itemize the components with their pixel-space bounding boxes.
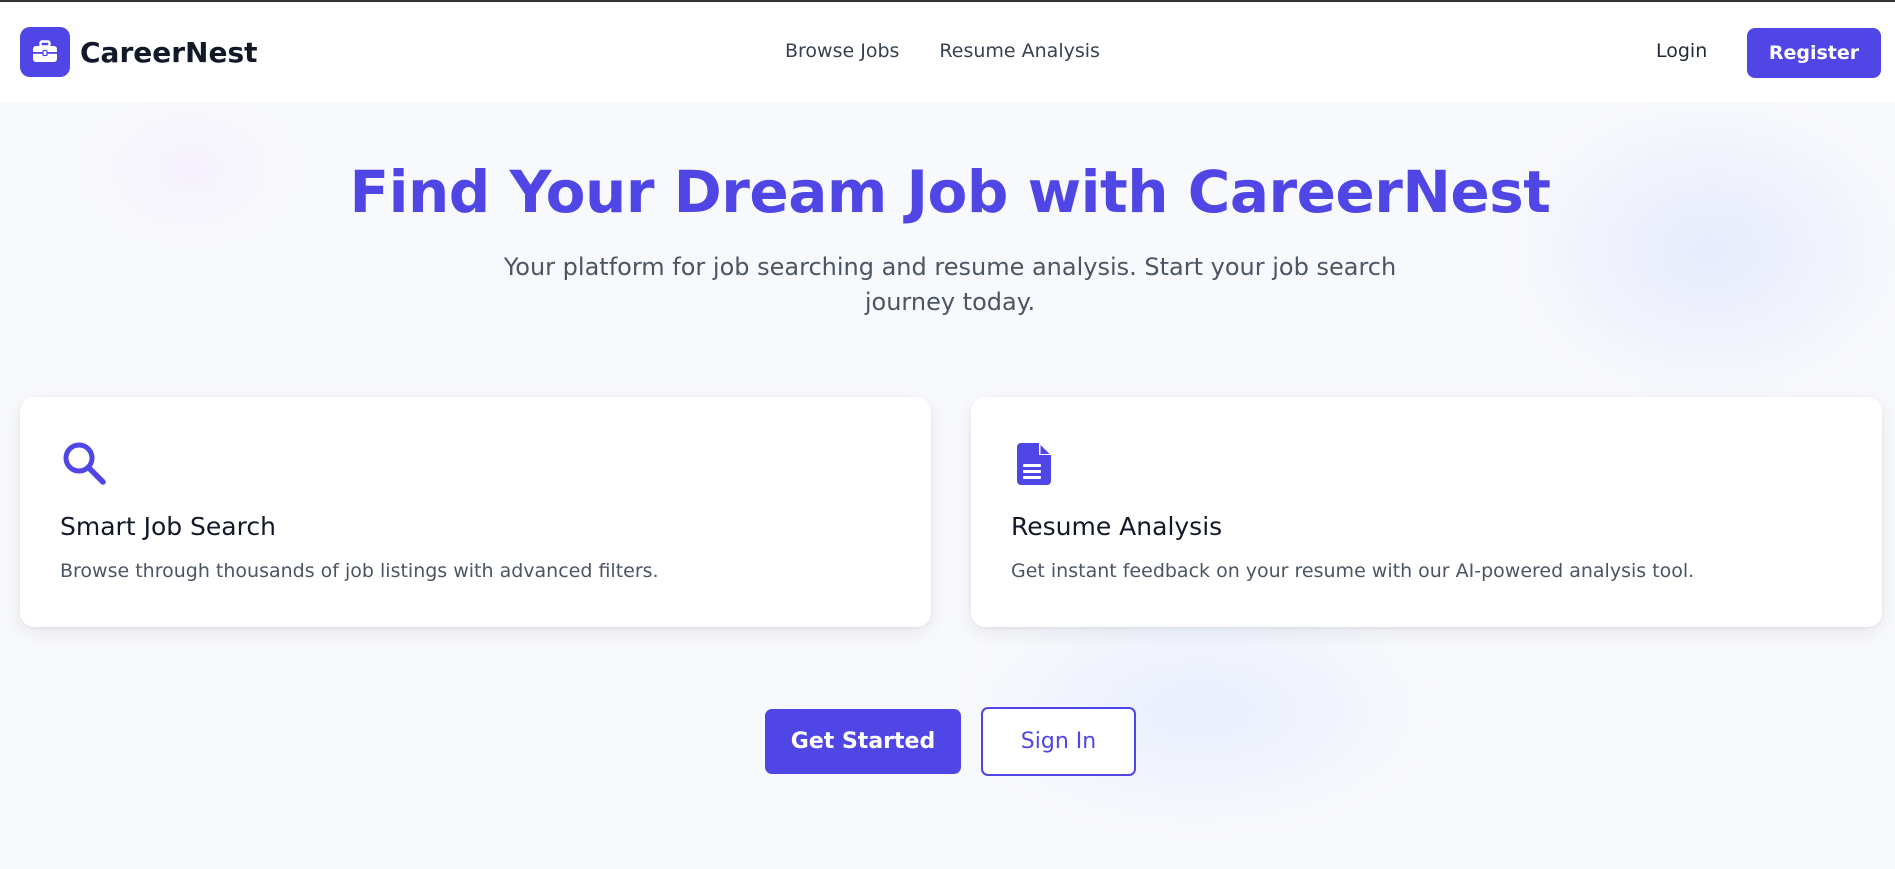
- feature-title: Smart Job Search: [60, 512, 276, 541]
- login-link[interactable]: Login: [1656, 40, 1707, 62]
- register-button[interactable]: Register: [1747, 28, 1881, 78]
- main-nav: Browse Jobs Resume Analysis: [785, 40, 1100, 62]
- brand-name: CareerNest: [80, 35, 258, 69]
- hero-title: Find Your Dream Job with CareerNest: [349, 158, 1551, 226]
- document-icon: [1011, 439, 1059, 487]
- nav-link-resume-analysis[interactable]: Resume Analysis: [939, 40, 1100, 62]
- briefcase-icon: [20, 27, 70, 77]
- feature-description: Get instant feedback on your resume with…: [1011, 560, 1695, 582]
- brand-link[interactable]: CareerNest: [20, 27, 258, 77]
- background-glow: [1500, 90, 1895, 410]
- landing-page: CareerNest Browse Jobs Resume Analysis L…: [0, 0, 1895, 869]
- get-started-button[interactable]: Get Started: [765, 709, 961, 774]
- search-icon: [60, 439, 108, 487]
- feature-title: Resume Analysis: [1011, 512, 1223, 541]
- hero-subtitle: Your platform for job searching and resu…: [503, 253, 1397, 316]
- sign-in-button[interactable]: Sign In: [981, 707, 1136, 776]
- feature-description: Browse through thousands of job listings…: [60, 560, 659, 582]
- nav-link-browse-jobs[interactable]: Browse Jobs: [785, 40, 899, 62]
- feature-card-resume-analysis: Resume Analysis Get instant feedback on …: [971, 397, 1882, 627]
- feature-card-job-search: Smart Job Search Browse through thousand…: [20, 397, 931, 627]
- navbar: CareerNest Browse Jobs Resume Analysis L…: [0, 2, 1895, 102]
